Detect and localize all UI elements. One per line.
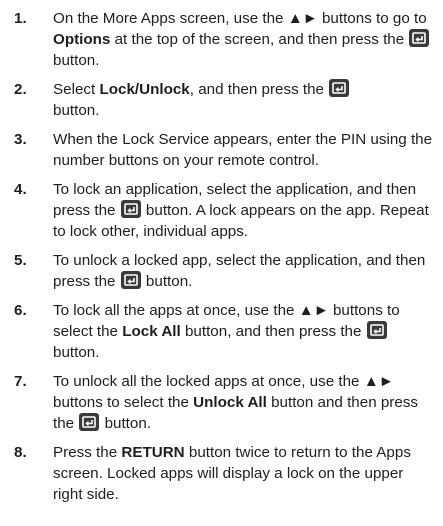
- enter-button-icon: [409, 29, 430, 47]
- step-number: 5.: [14, 252, 27, 269]
- unlock-all-label: Unlock All: [193, 394, 267, 411]
- lock-all-label: Lock All: [122, 323, 181, 340]
- step-text: When the Lock Service appears, enter the…: [53, 131, 433, 169]
- enter-button-icon: [120, 200, 141, 218]
- step-5: 5. To unlock a locked app, select the ap…: [14, 250, 433, 292]
- step-number: 7.: [14, 373, 27, 390]
- step-6: 6. To lock all the apps at once, use the…: [14, 300, 433, 363]
- step-text: To lock an application, select the appli…: [53, 181, 429, 240]
- step-text: Press the RETURN button twice to return …: [53, 444, 411, 503]
- step-text: To unlock all the locked apps at once, u…: [53, 373, 419, 432]
- step-text: To lock all the apps at once, use the ▲►…: [53, 302, 400, 361]
- return-label: RETURN: [121, 444, 185, 461]
- step-4: 4. To lock an application, select the ap…: [14, 179, 433, 242]
- enter-button-icon: [366, 321, 387, 339]
- step-1: 1. On the More Apps screen, use the ▲► b…: [14, 8, 433, 71]
- step-text: Select Lock/Unlock, and then press the b…: [53, 79, 433, 121]
- step-number: 1.: [14, 10, 27, 27]
- enter-button-icon: [79, 413, 100, 431]
- step-text: On the More Apps screen, use the ▲► butt…: [53, 8, 433, 71]
- step-7: 7. To unlock all the locked apps at once…: [14, 371, 433, 434]
- step-3: 3. When the Lock Service appears, enter …: [14, 129, 433, 171]
- step-number: 2.: [14, 81, 27, 98]
- step-8: 8. Press the RETURN button twice to retu…: [14, 442, 433, 505]
- instruction-steps: 1. On the More Apps screen, use the ▲► b…: [0, 0, 443, 505]
- enter-button-icon: [329, 79, 350, 97]
- step-number: 6.: [14, 302, 27, 319]
- step-text: To unlock a locked app, select the appli…: [53, 252, 426, 290]
- lock-unlock-label: Lock/Unlock: [99, 81, 190, 98]
- step-number: 3.: [14, 131, 27, 148]
- enter-button-icon: [120, 271, 141, 289]
- step-number: 4.: [14, 181, 27, 198]
- options-label: Options: [53, 31, 111, 48]
- step-number: 8.: [14, 444, 27, 461]
- step-2: 2. Select Lock/Unlock, and then press th…: [14, 79, 433, 121]
